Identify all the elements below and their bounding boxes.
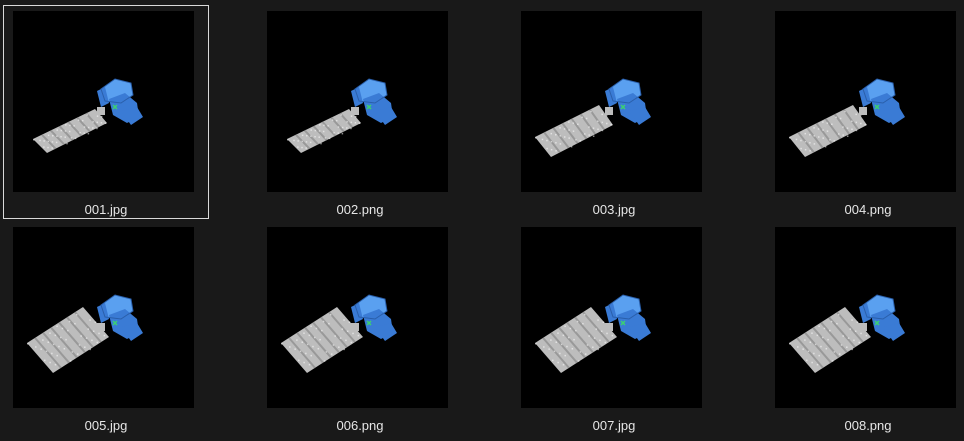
file-thumbnail[interactable] — [267, 227, 448, 408]
file-tile[interactable]: 005.jpg — [3, 221, 209, 435]
satellite-icon — [33, 78, 143, 153]
satellite-body — [605, 78, 651, 125]
satellite-body — [97, 78, 143, 125]
thumbnail-image — [535, 294, 651, 373]
file-thumbnail[interactable] — [521, 11, 702, 192]
satellite-body — [859, 78, 905, 125]
solar-panel — [535, 307, 617, 373]
thumbnail-image — [789, 294, 905, 373]
file-name-label: 008.png — [844, 418, 892, 433]
thumbnail-image — [287, 78, 397, 153]
thumbnail-image — [535, 78, 651, 157]
file-name-label: 004.png — [844, 202, 892, 217]
file-tile[interactable]: 002.png — [257, 5, 463, 219]
file-name-label: 007.jpg — [592, 418, 636, 433]
file-tile[interactable]: 001.jpg — [3, 5, 209, 219]
file-thumbnail[interactable] — [13, 11, 194, 192]
file-tile[interactable]: 003.jpg — [511, 5, 717, 219]
thumbnail-image — [281, 294, 397, 373]
satellite-body — [351, 78, 397, 125]
solar-panel — [281, 307, 363, 373]
file-tile[interactable]: 007.jpg — [511, 221, 717, 435]
solar-panel — [27, 307, 109, 373]
file-thumbnail[interactable] — [521, 227, 702, 408]
file-thumbnail[interactable] — [775, 227, 956, 408]
file-name-label: 002.png — [336, 202, 384, 217]
file-name-label: 003.jpg — [592, 202, 636, 217]
satellite-icon — [535, 294, 651, 373]
file-tile[interactable]: 008.png — [765, 221, 964, 435]
file-name-label: 006.png — [336, 418, 384, 433]
satellite-icon — [281, 294, 397, 373]
thumbnail-image — [789, 78, 905, 157]
satellite-icon — [789, 78, 905, 157]
satellite-icon — [27, 294, 143, 373]
thumbnail-image — [27, 294, 143, 373]
satellite-icon — [789, 294, 905, 373]
thumbnail-image — [33, 78, 143, 153]
file-thumbnail[interactable] — [267, 11, 448, 192]
file-tile[interactable]: 006.png — [257, 221, 463, 435]
file-name-label: 001.jpg — [84, 202, 128, 217]
file-thumbnail[interactable] — [13, 227, 194, 408]
solar-panel — [789, 307, 871, 373]
file-name-label: 005.jpg — [84, 418, 128, 433]
satellite-icon — [287, 78, 397, 153]
satellite-icon — [535, 78, 651, 157]
file-tile[interactable]: 004.png — [765, 5, 964, 219]
file-thumbnail-grid: 001.jpg 002.png 003.jpg 004.png 005.jpg 006.p… — [0, 0, 964, 441]
file-thumbnail[interactable] — [775, 11, 956, 192]
